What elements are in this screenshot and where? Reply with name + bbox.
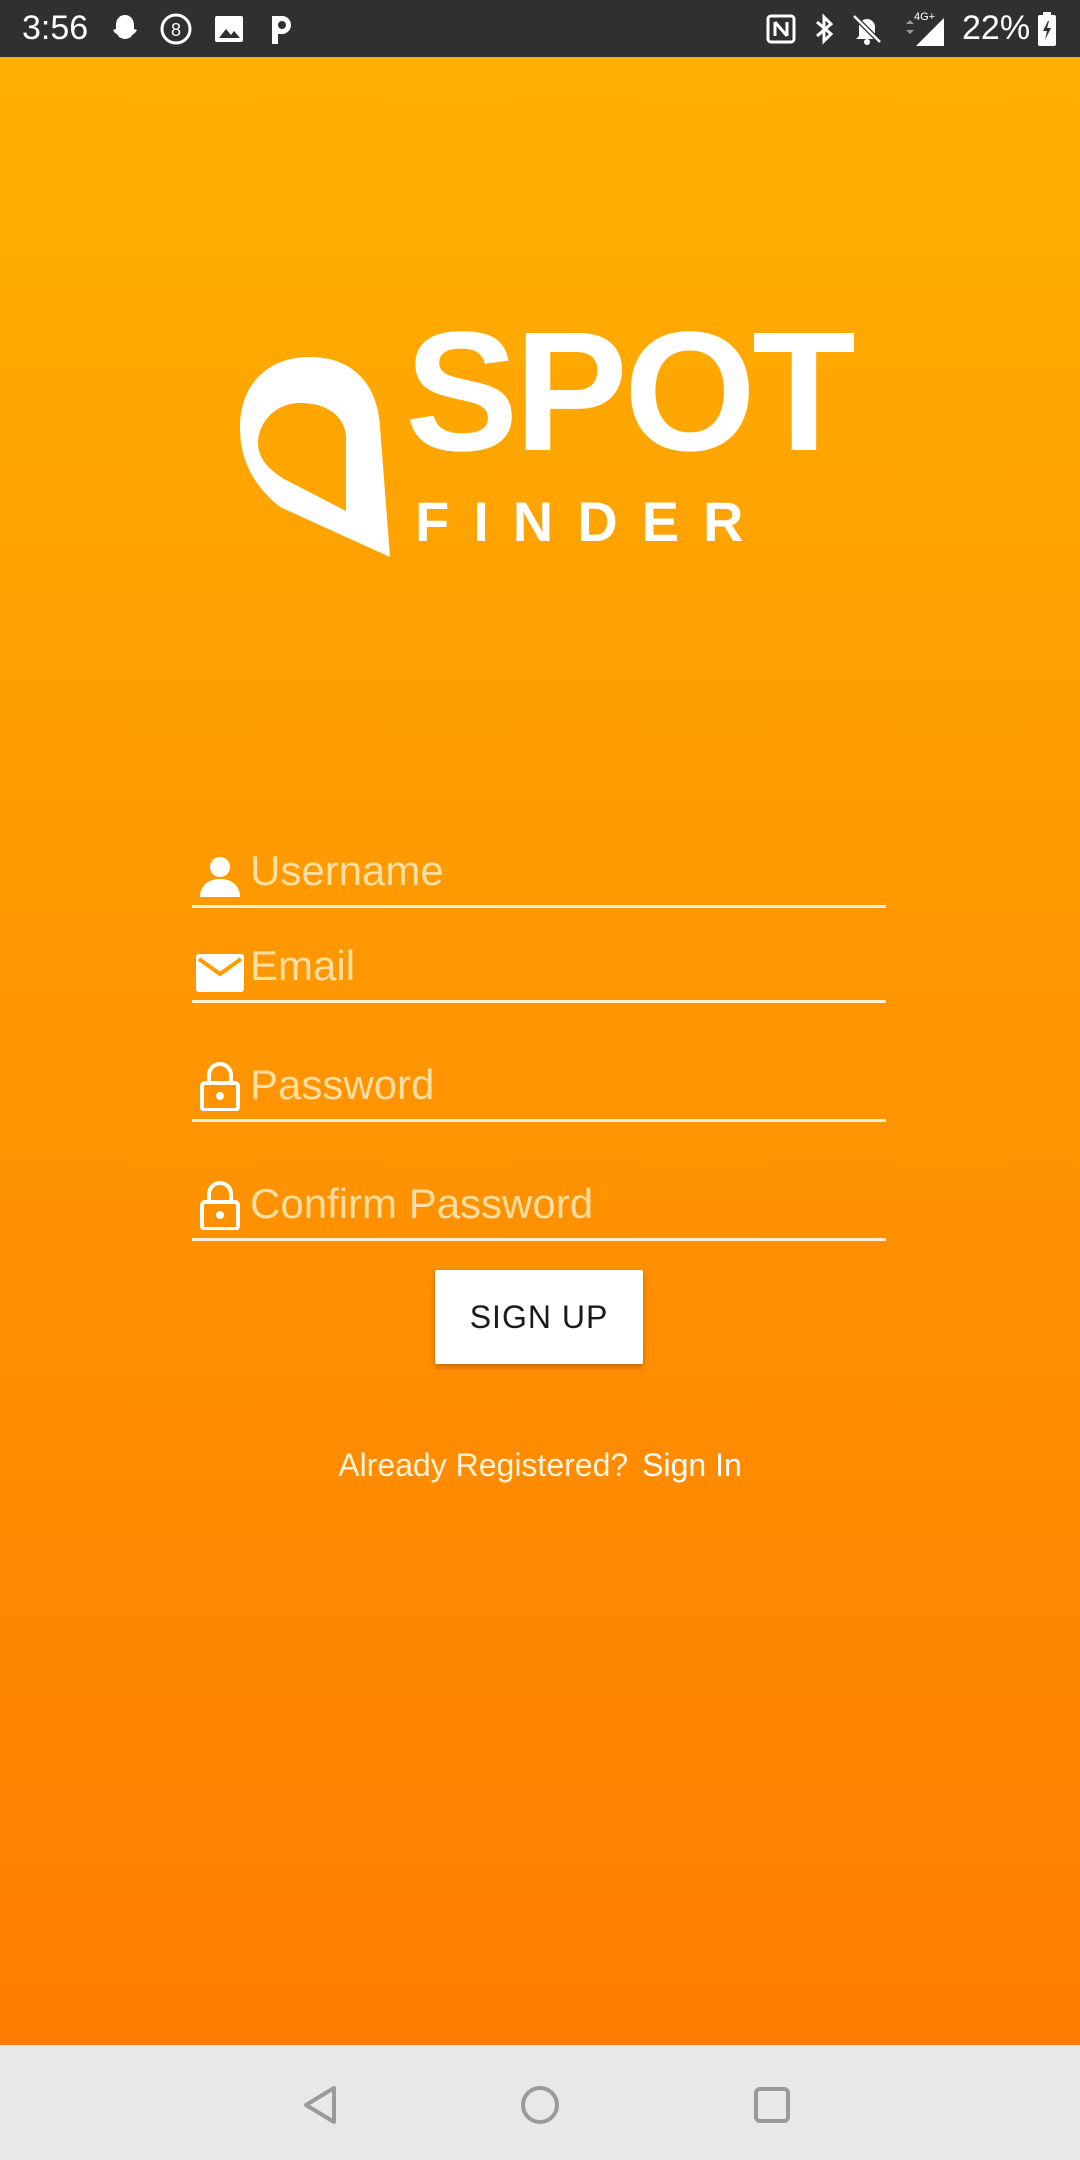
back-icon[interactable] [296,2081,344,2129]
battery-icon [1032,10,1062,48]
mute-icon [848,10,886,48]
home-icon[interactable] [516,2081,564,2129]
password-input[interactable] [248,1055,872,1115]
spot-finder-logo: SPOT FINDER [240,297,860,567]
confirm-password-input[interactable] [248,1174,872,1234]
logo-finder-text: FINDER [415,490,768,553]
svg-text:8: 8 [171,20,181,40]
password-field[interactable] [192,1049,886,1122]
status-time: 3:56 [22,9,89,47]
number-8-icon: 8 [157,10,195,48]
sign-up-button[interactable]: SIGN UP [435,1270,643,1364]
svg-text:4G+: 4G+ [914,11,935,23]
username-input[interactable] [248,841,872,901]
map-pin-icon [240,357,390,557]
battery-percent: 22% [962,9,1031,47]
email-input[interactable] [248,936,872,996]
logo-spot-text: SPOT [405,297,856,487]
envelope-icon [196,942,244,992]
bluetooth-icon [806,10,844,48]
lock-icon [196,1061,244,1111]
p-app-icon [262,10,300,48]
signup-screen: SPOT FINDER SIGN UP Already Registered? S… [0,57,1080,2045]
signal-icon: 4G+ [896,10,948,48]
image-icon [210,10,248,48]
already-registered-row: Already Registered? Sign In [0,1447,1080,1484]
sign-in-link[interactable]: Sign In [642,1447,742,1483]
confirm-password-field[interactable] [192,1168,886,1241]
email-field[interactable] [192,930,886,1003]
snapchat-icon [106,10,144,48]
status-bar: 3:56 8 4G+ 22% [0,0,1080,57]
navigation-bar [0,2045,1080,2160]
already-registered-text: Already Registered? [338,1447,629,1483]
username-field[interactable] [192,835,886,908]
recents-icon[interactable] [748,2081,796,2129]
person-icon [196,847,244,897]
lock-icon [196,1180,244,1230]
nfc-icon [762,10,800,48]
